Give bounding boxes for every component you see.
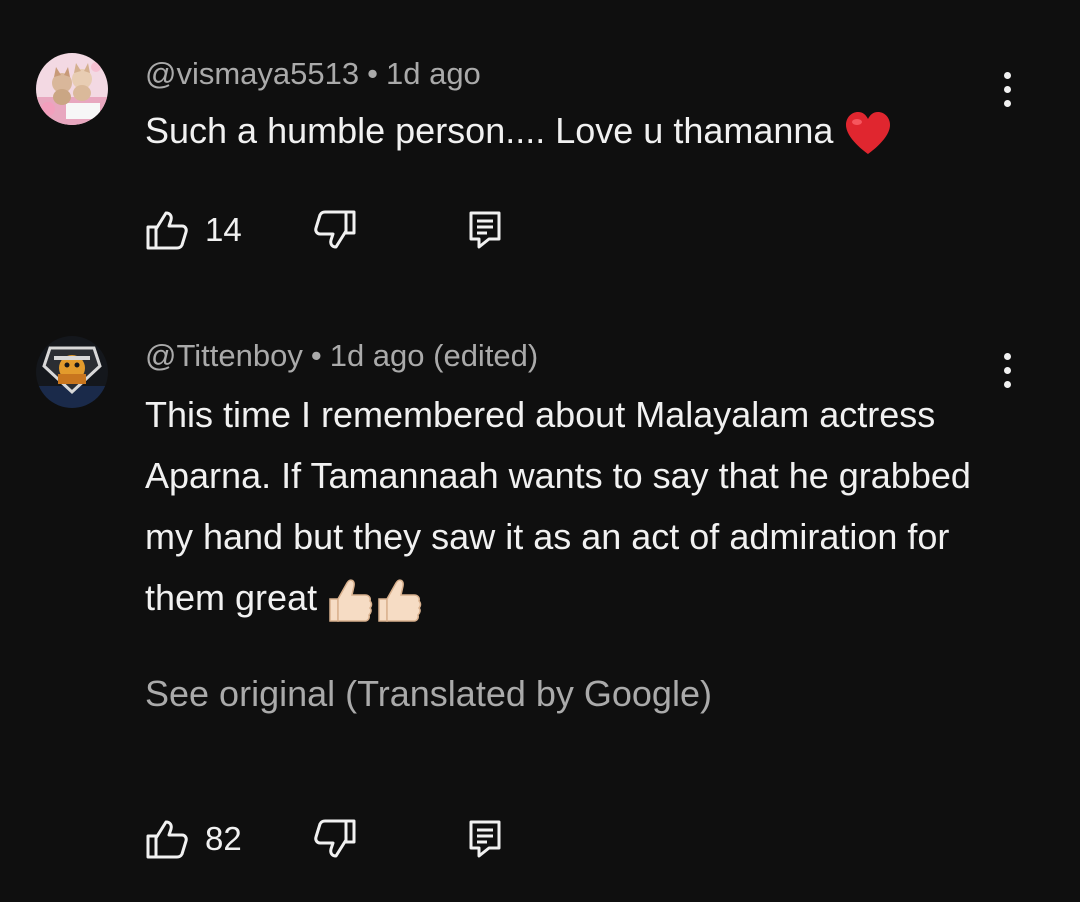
comment-body: This time I remembered about Malayalam a… — [145, 394, 971, 618]
meta-separator: • — [310, 338, 322, 373]
comment-author[interactable]: @Tittenboy — [145, 338, 303, 373]
see-original-link[interactable]: See original (Translated by Google) — [145, 672, 712, 716]
thumbs-up-emoji-icon — [327, 575, 423, 625]
like-button[interactable]: 82 — [145, 814, 242, 864]
comment-actions: 82 — [145, 814, 545, 864]
avatar[interactable] — [36, 336, 108, 408]
more-vert-icon[interactable] — [990, 349, 1026, 399]
thumbs-up-icon — [146, 820, 188, 859]
dislike-button[interactable] — [313, 814, 357, 864]
comment-text: This time I remembered about Malayalam a… — [145, 384, 985, 628]
thumbs-down-icon — [314, 819, 356, 858]
comment-meta: @Tittenboy • 1d ago (edited) — [145, 336, 538, 376]
gamer-logo-avatar-icon — [36, 336, 108, 408]
comment-item: @Tittenboy • 1d ago (edited) This time I r… — [0, 0, 1080, 902]
reply-button[interactable] — [467, 814, 503, 864]
comment-time: 1d ago (edited) — [329, 338, 539, 373]
like-count: 82 — [205, 820, 242, 857]
reply-icon — [469, 820, 501, 858]
